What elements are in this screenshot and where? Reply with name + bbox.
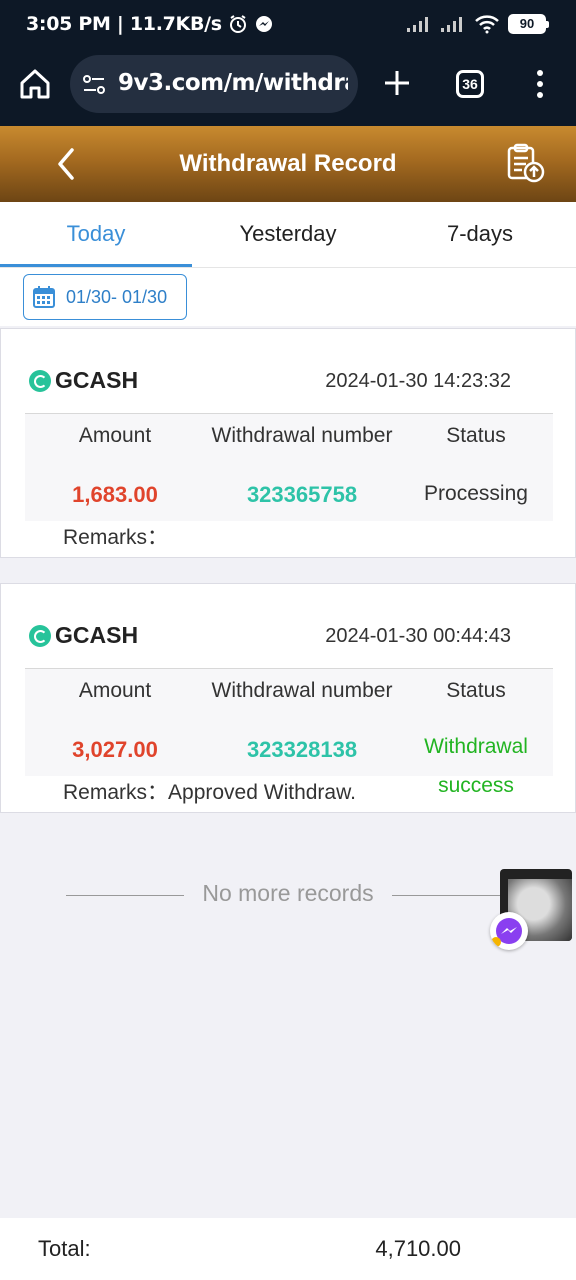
amount-header: Amount	[78, 424, 152, 447]
record-amount: 1,683.00	[72, 482, 158, 507]
record-status: Processing	[424, 482, 528, 505]
active-tab-indicator	[0, 264, 192, 267]
tab-7-days[interactable]: 7-days	[384, 202, 576, 268]
status-right: 90	[406, 14, 549, 34]
url-bar[interactable]: 9v3.com/m/withdrawal	[70, 55, 358, 113]
date-range-text: 01/30- 01/30	[66, 286, 168, 307]
record-table: Amount Withdrawal number Status 3,027.00…	[25, 668, 553, 797]
signal-icon	[407, 17, 428, 32]
total-value: 4,710.00	[375, 1236, 461, 1261]
divider-right	[392, 895, 510, 896]
wifi-icon	[475, 15, 499, 34]
battery-indicator: 90	[508, 14, 549, 34]
record-status: Withdrawal success	[424, 735, 528, 797]
status-time-speed: 3:05 PM | 11.7KB/s	[26, 13, 222, 35]
gcash-icon	[29, 369, 51, 392]
tab-switcher-button[interactable]: 36	[456, 70, 484, 98]
record-time: 2024-01-30 14:23:32	[325, 370, 511, 392]
withdrawal-number-header: Withdrawal number	[211, 679, 393, 702]
page-header: Withdrawal Record	[0, 126, 576, 202]
remarks-label: Remarks：	[63, 781, 169, 804]
totals-footer: Total: 4,710.00	[0, 1218, 576, 1280]
record-time: 2024-01-30 00:44:43	[325, 625, 511, 647]
date-range-tabs: Today Yesterday 7-days	[0, 202, 576, 268]
payment-method: GCASH	[29, 367, 138, 394]
remarks: Remarks：Approved Withdraw.	[63, 776, 356, 806]
withdrawal-number: 323328138	[246, 737, 358, 762]
messenger-status-icon	[255, 16, 272, 32]
tab-today[interactable]: Today	[0, 202, 192, 268]
browser-toolbar: 9v3.com/m/withdrawal 36	[0, 52, 576, 126]
clipboard-upload-icon[interactable]	[504, 142, 546, 184]
status-left: 3:05 PM | 11.7KB/s	[26, 13, 274, 35]
payment-method: GCASH	[29, 622, 138, 649]
more-menu-icon[interactable]	[534, 69, 546, 99]
date-range-picker[interactable]: 01/30- 01/30	[23, 274, 187, 320]
payment-method-name: GCASH	[55, 367, 139, 393]
amount-header: Amount	[78, 679, 152, 702]
record-card: GCASH 2024-01-30 14:23:32 Amount Withdra…	[0, 328, 576, 558]
no-more-records-text: No more records	[202, 880, 374, 906]
status-header: Status	[446, 424, 506, 447]
alarm-icon	[229, 15, 246, 33]
page-title: Withdrawal Record	[179, 150, 397, 177]
withdrawal-number-header: Withdrawal number	[211, 424, 393, 447]
record-card: GCASH 2024-01-30 00:44:43 Amount Withdra…	[0, 583, 576, 813]
record-table: Amount Withdrawal number Status 1,683.00…	[25, 413, 553, 521]
system-status-bar: 3:05 PM | 11.7KB/s 90	[0, 0, 576, 52]
total-label: Total:	[38, 1236, 91, 1261]
gcash-icon	[29, 624, 51, 647]
new-tab-icon[interactable]	[382, 68, 412, 98]
payment-method-name: GCASH	[55, 622, 139, 648]
site-settings-icon[interactable]	[82, 74, 106, 96]
messenger-icon[interactable]	[490, 912, 528, 950]
withdrawal-number: 323365758	[246, 482, 358, 507]
calendar-icon	[33, 286, 55, 308]
url-text[interactable]: 9v3.com/m/withdrawal	[118, 70, 348, 96]
remarks: Remarks：	[63, 521, 168, 551]
record-amount: 3,027.00	[72, 737, 158, 762]
end-of-list: No more records	[0, 880, 576, 910]
status-header: Status	[446, 679, 506, 702]
tab-yesterday[interactable]: Yesterday	[192, 202, 384, 268]
date-filter-area: 01/30- 01/30	[0, 268, 576, 326]
signal-icon-2	[441, 17, 462, 32]
home-icon[interactable]	[18, 67, 52, 101]
remarks-label: Remarks：	[63, 526, 169, 549]
remarks-text: Approved Withdraw.	[168, 781, 356, 804]
